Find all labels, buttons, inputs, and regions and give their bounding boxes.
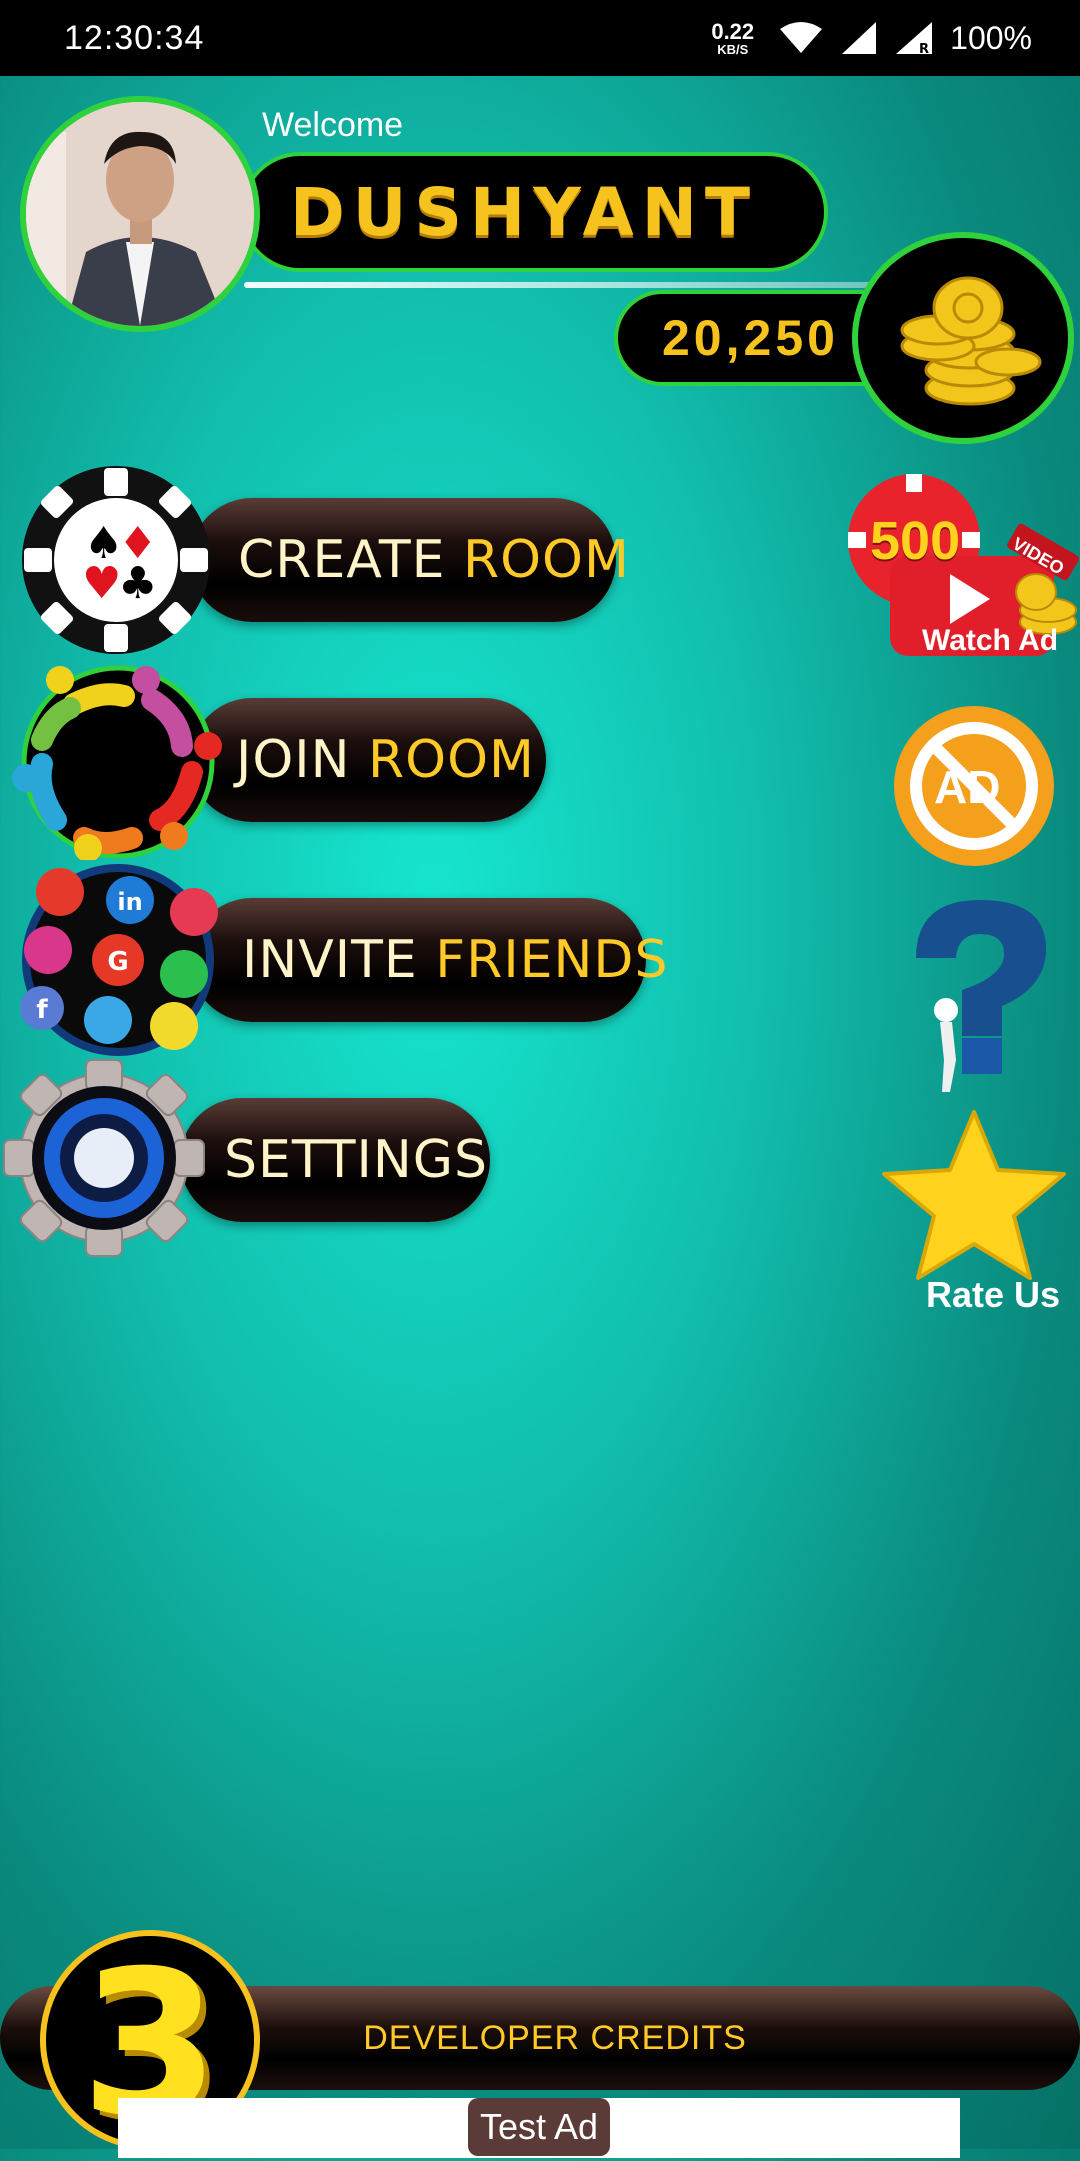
player-name: DUSHYANT bbox=[290, 173, 758, 251]
profile-avatar[interactable] bbox=[20, 96, 260, 332]
status-time: 12:30:34 bbox=[64, 18, 205, 57]
star-icon bbox=[882, 1110, 1066, 1280]
watch-ad-reward-button[interactable]: 500 VIDEO Watch Ad bbox=[840, 474, 1080, 670]
svg-text:R: R bbox=[919, 42, 929, 56]
battery-level: 100% bbox=[950, 19, 1032, 56]
name-underline bbox=[244, 282, 884, 288]
question-mark-icon bbox=[916, 900, 1047, 1092]
gear-icon bbox=[3, 1059, 205, 1257]
invite-friends-button[interactable]: INVITE FRIENDS bbox=[190, 898, 667, 1022]
rate-us-button[interactable]: Rate Us bbox=[874, 1108, 1074, 1328]
status-icons: 0.22 KB/S R 100% bbox=[711, 20, 1032, 57]
svg-text:♥: ♥ bbox=[82, 558, 121, 609]
welcome-label: Welcome bbox=[262, 106, 404, 144]
invite-friends-label-word2: FRIENDS bbox=[435, 930, 669, 990]
invite-friends-label: INVITE FRIENDS bbox=[242, 930, 668, 990]
roaming-signal-icon: R bbox=[896, 22, 933, 56]
network-speed-unit: KB/S bbox=[717, 41, 749, 57]
wifi-icon bbox=[780, 22, 823, 53]
create-room-label-word1: CREATE bbox=[238, 530, 446, 590]
create-room-label: CREATE ROOM bbox=[238, 530, 630, 590]
coin-stack-icon bbox=[900, 276, 1042, 406]
watch-ad-label: Watch Ad bbox=[922, 624, 1059, 657]
join-room-label-word1: JOIN bbox=[236, 730, 351, 790]
help-button[interactable] bbox=[900, 896, 1050, 1096]
coin-shop-button[interactable] bbox=[852, 232, 1074, 444]
invite-friends-label-word1: INVITE bbox=[242, 930, 418, 990]
remove-ads-button[interactable]: AD bbox=[890, 706, 1058, 866]
create-room-button[interactable]: CREATE ROOM bbox=[190, 498, 629, 622]
remove-ads-badge: AD bbox=[934, 761, 1001, 813]
join-room-label: JOIN ROOM bbox=[236, 730, 535, 790]
test-ad-label: Test Ad bbox=[468, 2098, 610, 2156]
svg-text:f: f bbox=[36, 995, 48, 1025]
developer-credits-label: DEVELOPER CREDITS bbox=[363, 2018, 747, 2057]
social-share-icon: in G f bbox=[20, 864, 218, 1056]
svg-text:G: G bbox=[107, 947, 128, 977]
watch-ad-amount: 500 bbox=[870, 511, 961, 571]
join-room-button[interactable]: JOIN ROOM bbox=[190, 698, 546, 822]
poker-chip-icon: ♠ ♦ ♥ ♣ bbox=[22, 466, 210, 654]
join-room-label-word2: ROOM bbox=[368, 730, 535, 790]
svg-text:♣: ♣ bbox=[118, 558, 157, 609]
player-name-banner: DUSHYANT bbox=[240, 152, 828, 272]
status-bar: 12:30:34 0.22 KB/S R 100% bbox=[0, 0, 1080, 76]
signal-icon bbox=[842, 22, 877, 54]
settings-label: SETTINGS bbox=[224, 1130, 489, 1190]
network-speed-value: 0.22 bbox=[711, 18, 755, 44]
network-speed: 0.22 KB/S bbox=[711, 18, 755, 57]
coin-balance-value: 20,250 bbox=[662, 310, 839, 366]
settings-button[interactable]: SETTINGS bbox=[180, 1098, 490, 1222]
create-room-label-word2: ROOM bbox=[462, 530, 630, 590]
rate-us-label: Rate Us bbox=[926, 1274, 1061, 1315]
avatar-photo bbox=[26, 102, 254, 326]
friends-circle-icon bbox=[12, 665, 222, 860]
svg-text:in: in bbox=[117, 888, 142, 916]
